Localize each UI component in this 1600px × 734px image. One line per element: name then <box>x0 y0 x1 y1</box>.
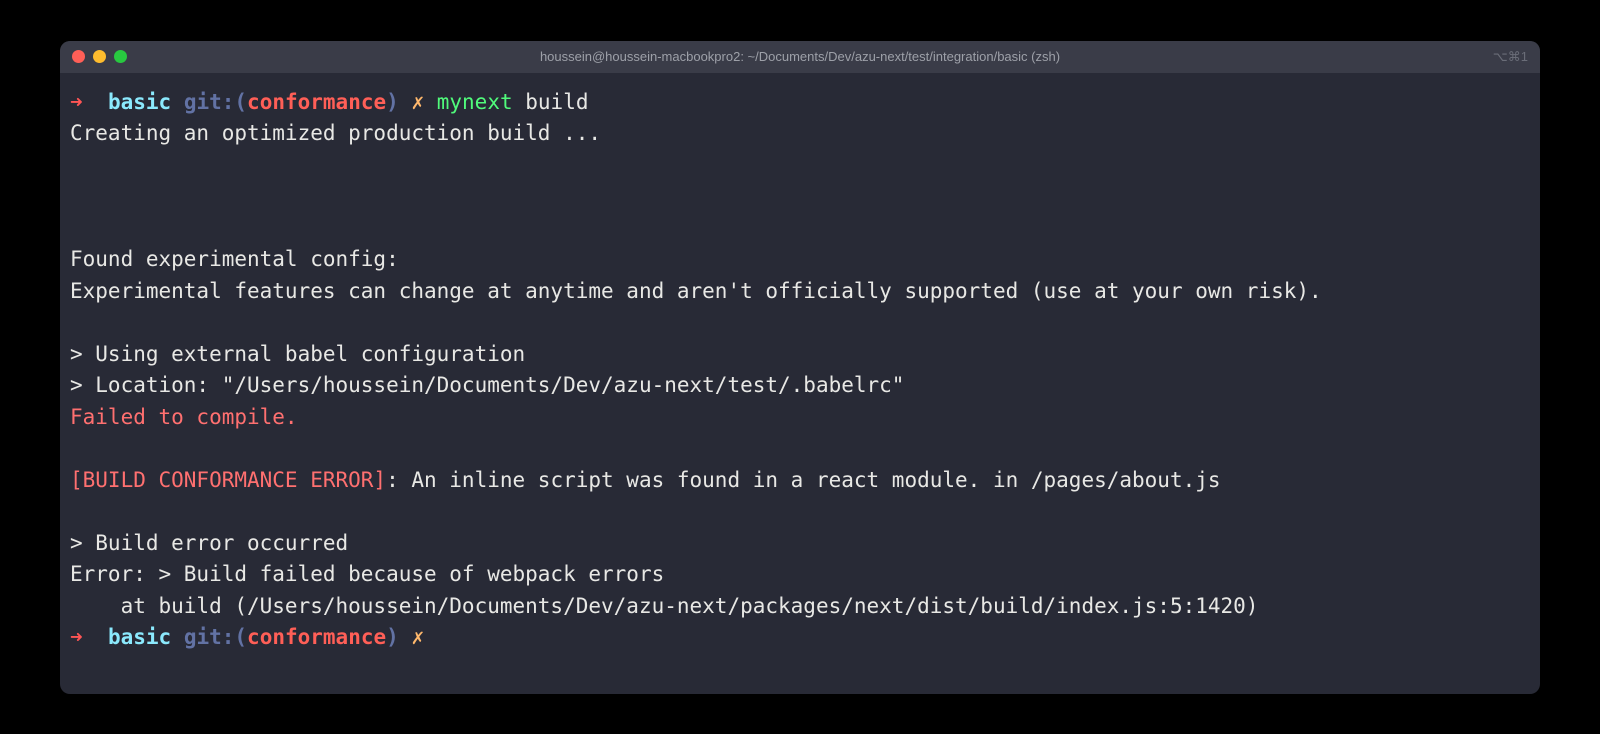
prompt-dirty-icon: ✗ <box>411 90 424 114</box>
prompt-git-close: ) <box>386 90 399 114</box>
prompt-arrow-icon: ➜ <box>70 625 83 649</box>
output-error-line: Failed to compile. <box>70 402 1530 434</box>
prompt-directory: basic <box>108 625 171 649</box>
output-line: Creating an optimized production build .… <box>70 118 1530 150</box>
prompt-git-branch: conformance <box>247 625 386 649</box>
output-line: > Using external babel configuration <box>70 339 1530 371</box>
output-error-line: [BUILD CONFORMANCE ERROR]: An inline scr… <box>70 465 1530 497</box>
close-icon[interactable] <box>72 50 85 63</box>
prompt-git-branch: conformance <box>247 90 386 114</box>
command-arg: build <box>525 90 588 114</box>
prompt-git-close: ) <box>386 625 399 649</box>
minimize-icon[interactable] <box>93 50 106 63</box>
terminal-window: houssein@houssein-macbookpro2: ~/Documen… <box>60 41 1540 694</box>
output-line: > Location: "/Users/houssein/Documents/D… <box>70 370 1530 402</box>
output-line: Error: > Build failed because of webpack… <box>70 559 1530 591</box>
terminal-body[interactable]: ➜ basic git:(conformance) ✗ mynext build… <box>60 73 1540 694</box>
output-line: Found experimental config: <box>70 244 1530 276</box>
output-line: > Build error occurred <box>70 528 1530 560</box>
prompt-line-1: ➜ basic git:(conformance) ✗ mynext build <box>70 87 1530 119</box>
prompt-dirty-icon: ✗ <box>411 625 424 649</box>
error-message: : An inline script was found in a react … <box>386 468 1220 492</box>
prompt-git-label: git:( <box>184 90 247 114</box>
traffic-lights <box>72 50 127 63</box>
window-shortcut: ⌥⌘1 <box>1493 49 1528 65</box>
title-bar: houssein@houssein-macbookpro2: ~/Documen… <box>60 41 1540 73</box>
prompt-arrow-icon: ➜ <box>70 90 83 114</box>
prompt-git-label: git:( <box>184 625 247 649</box>
output-line: at build (/Users/houssein/Documents/Dev/… <box>70 591 1530 623</box>
prompt-directory: basic <box>108 90 171 114</box>
command-name: mynext <box>437 90 513 114</box>
output-line: Experimental features can change at anyt… <box>70 276 1530 308</box>
maximize-icon[interactable] <box>114 50 127 63</box>
window-title: houssein@houssein-macbookpro2: ~/Documen… <box>540 49 1060 64</box>
error-tag: [BUILD CONFORMANCE ERROR] <box>70 468 386 492</box>
prompt-line-2: ➜ basic git:(conformance) ✗ <box>70 622 1530 654</box>
